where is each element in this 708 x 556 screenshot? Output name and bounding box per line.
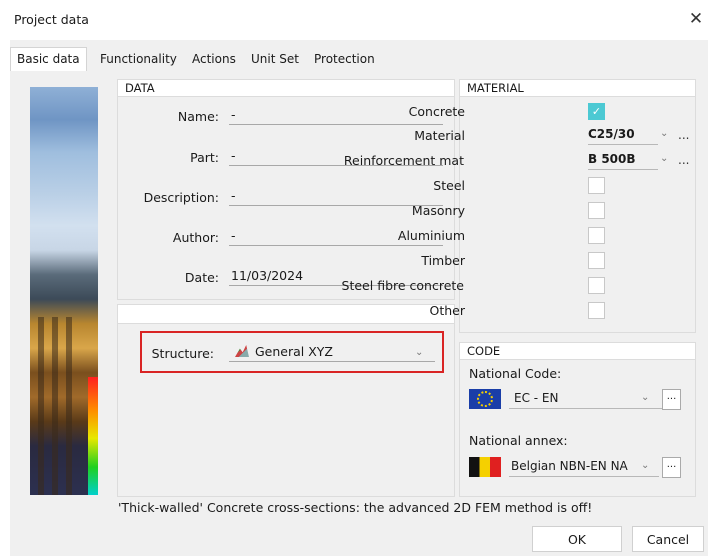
structure-dropdown[interactable]: General XYZ [229, 343, 435, 362]
timber-checkbox[interactable] [588, 252, 605, 269]
tab-basic-data[interactable]: Basic data [10, 47, 87, 71]
chevron-down-icon[interactable]: ⌄ [415, 347, 423, 358]
date-label: Date: [184, 270, 219, 285]
ok-button[interactable]: OK [532, 526, 622, 552]
timber-label: Timber [421, 253, 465, 268]
material-label: Material [414, 128, 465, 143]
reinforcement-label: Reinforcement mat [343, 153, 464, 168]
national-code-label: National Code: [469, 366, 562, 381]
tab-unit-set[interactable]: Unit Set [251, 48, 299, 70]
eu-flag-icon [469, 389, 501, 409]
author-label: Author: [172, 230, 219, 245]
part-label: Part: [190, 150, 219, 165]
steel-checkbox[interactable] [588, 177, 605, 194]
material-more-button[interactable]: ... [678, 128, 689, 142]
status-message: 'Thick-walled' Concrete cross-sections: … [118, 500, 593, 515]
description-label: Description: [143, 190, 219, 205]
national-code-more-button[interactable]: ... [662, 389, 681, 410]
description-field[interactable]: - [229, 187, 443, 206]
tab-protection[interactable]: Protection [314, 48, 375, 70]
name-label: Name: [177, 109, 219, 124]
aluminium-checkbox[interactable] [588, 227, 605, 244]
window-title: Project data [14, 12, 89, 27]
title-bar: Project data ✕ [0, 0, 708, 40]
national-annex-dropdown[interactable]: Belgian NBN-EN NA [509, 457, 659, 477]
aluminium-label: Aluminium [397, 228, 465, 243]
national-code-dropdown[interactable]: EC - EN [509, 389, 662, 409]
close-icon[interactable]: ✕ [686, 9, 706, 31]
masonry-checkbox[interactable] [588, 202, 605, 219]
data-panel-header: DATA [118, 80, 454, 97]
belgium-flag-icon [469, 457, 501, 477]
material-panel: MATERIAL [459, 79, 696, 333]
structure-icon [235, 345, 249, 357]
steel-fibre-label: Steel fibre concrete [341, 278, 464, 293]
concrete-label: Concrete [408, 104, 465, 119]
tab-functionality[interactable]: Functionality [100, 48, 177, 70]
color-scale-bar [88, 377, 98, 495]
other-checkbox[interactable] [588, 302, 605, 319]
steel-fibre-checkbox[interactable] [588, 277, 605, 294]
chevron-down-icon[interactable]: ⌄ [641, 460, 649, 471]
reinforcement-more-button[interactable]: ... [678, 153, 689, 167]
chevron-down-icon[interactable]: ⌄ [660, 128, 668, 139]
other-label: Other [429, 303, 466, 318]
national-annex-label: National annex: [469, 433, 568, 448]
structure-label: Structure: [151, 346, 214, 361]
concrete-checkbox[interactable]: ✓ [588, 103, 605, 120]
national-annex-more-button[interactable]: ... [662, 457, 681, 478]
reinforcement-dropdown[interactable]: B 500B [588, 150, 658, 170]
material-panel-header: MATERIAL [460, 80, 695, 97]
code-panel-header: CODE [460, 343, 695, 360]
chevron-down-icon[interactable]: ⌄ [660, 153, 668, 164]
chevron-down-icon[interactable]: ⌄ [641, 392, 649, 403]
material-dropdown[interactable]: C25/30 [588, 125, 658, 145]
steel-label: Steel [433, 178, 465, 193]
masonry-label: Masonry [411, 203, 465, 218]
project-image [30, 87, 98, 495]
structure-panel-header [118, 305, 454, 324]
tab-actions[interactable]: Actions [192, 48, 236, 70]
cancel-button[interactable]: Cancel [632, 526, 704, 552]
structure-value: General XYZ [255, 344, 333, 359]
